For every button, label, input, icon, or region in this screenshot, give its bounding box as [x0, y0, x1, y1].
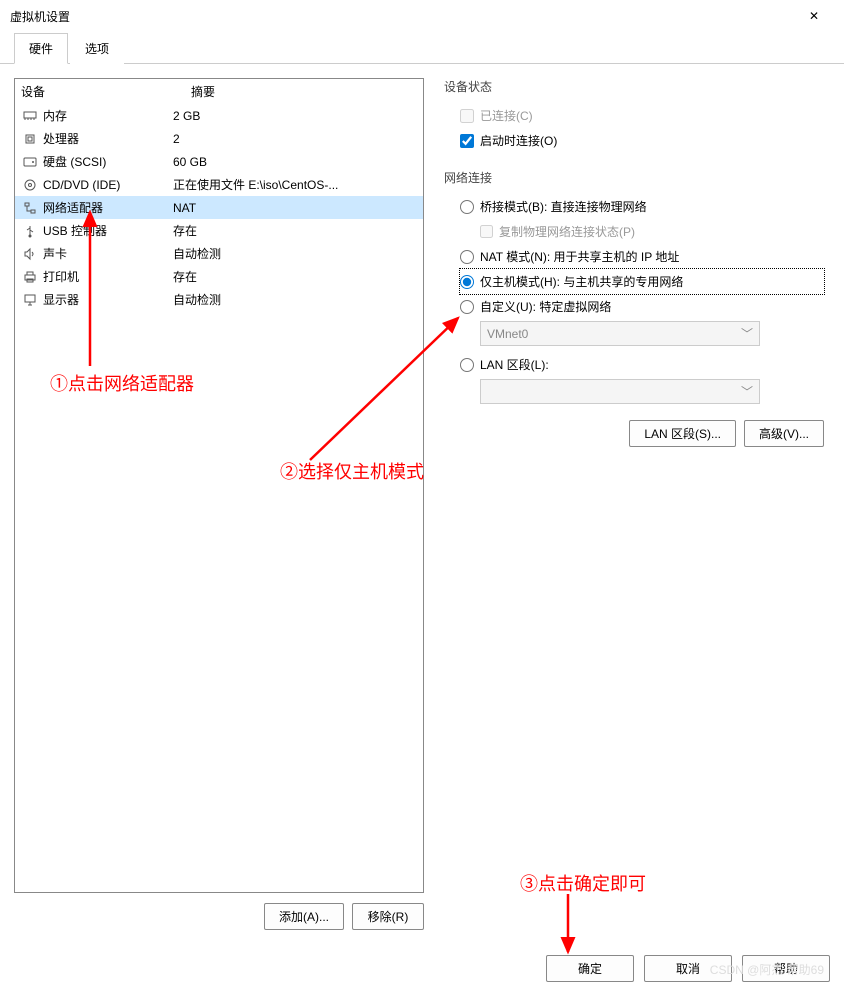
- network-icon: [21, 200, 39, 216]
- connect-poweron-row[interactable]: 启动时连接(O): [460, 128, 824, 153]
- replicate-label: 复制物理网络连接状态(P): [499, 223, 635, 240]
- tab-options[interactable]: 选项: [70, 33, 124, 64]
- lansegment-label: LAN 区段(L):: [480, 356, 549, 373]
- hostonly-radio[interactable]: [460, 275, 474, 289]
- device-name: CD/DVD (IDE): [43, 178, 120, 192]
- right-panel: 设备状态 已连接(C) 启动时连接(O) 网络连接 桥接模式(B): 直接连接物…: [438, 78, 830, 930]
- printer-icon: [21, 269, 39, 285]
- bridged-label: 桥接模式(B): 直接连接物理网络: [480, 198, 647, 215]
- device-row-cd[interactable]: CD/DVD (IDE) 正在使用文件 E:\iso\CentOS-...: [15, 173, 423, 196]
- connected-checkbox: [460, 109, 474, 123]
- chevron-down-icon: ﹀: [741, 383, 753, 400]
- device-row-cpu[interactable]: 处理器 2: [15, 127, 423, 150]
- header-device: 设备: [21, 83, 191, 100]
- nat-label: NAT 模式(N): 用于共享主机的 IP 地址: [480, 248, 679, 265]
- custom-vmnet-dropdown: VMnet0 ﹀: [480, 321, 760, 346]
- content-area: 设备 摘要 内存 2 GB 处理器 2 硬盘 (SCSI) 60 GB CD/DVD (ID…: [0, 64, 844, 944]
- device-summary: 2 GB: [173, 109, 417, 123]
- replicate-row: 复制物理网络连接状态(P): [460, 219, 824, 244]
- bridged-radio-row[interactable]: 桥接模式(B): 直接连接物理网络: [460, 194, 824, 219]
- device-name: 硬盘 (SCSI): [43, 153, 106, 170]
- chevron-down-icon: ﹀: [741, 325, 753, 342]
- device-row-usb[interactable]: USB 控制器 存在: [15, 219, 423, 242]
- device-row-sound[interactable]: 声卡 自动检测: [15, 242, 423, 265]
- device-name: 声卡: [43, 245, 67, 262]
- nat-radio-row[interactable]: NAT 模式(N): 用于共享主机的 IP 地址: [460, 244, 824, 269]
- device-name: 网络适配器: [43, 199, 103, 216]
- device-summary: NAT: [173, 201, 417, 215]
- cpu-icon: [21, 131, 39, 147]
- device-row-network[interactable]: 网络适配器 NAT: [15, 196, 423, 219]
- device-name: 内存: [43, 107, 67, 124]
- device-summary: 60 GB: [173, 155, 417, 169]
- hostonly-label: 仅主机模式(H): 与主机共享的专用网络: [480, 273, 683, 290]
- device-summary: 2: [173, 132, 417, 146]
- device-row-printer[interactable]: 打印机 存在: [15, 265, 423, 288]
- close-icon: ✕: [809, 9, 819, 23]
- display-icon: [21, 292, 39, 308]
- device-name: 处理器: [43, 130, 79, 147]
- device-list-header: 设备 摘要: [15, 79, 423, 104]
- device-summary: 自动检测: [173, 245, 417, 262]
- device-status-group: 设备状态 已连接(C) 启动时连接(O): [444, 78, 824, 153]
- left-button-bar: 添加(A)... 移除(R): [14, 893, 424, 930]
- memory-icon: [21, 108, 39, 124]
- hostonly-radio-row[interactable]: 仅主机模式(H): 与主机共享的专用网络: [460, 269, 824, 294]
- lansegment-radio-row[interactable]: LAN 区段(L):: [460, 352, 824, 377]
- connect-poweron-label: 启动时连接(O): [480, 132, 557, 149]
- custom-label: 自定义(U): 特定虚拟网络: [480, 298, 611, 315]
- device-summary: 正在使用文件 E:\iso\CentOS-...: [173, 176, 417, 193]
- device-row-disk[interactable]: 硬盘 (SCSI) 60 GB: [15, 150, 423, 173]
- header-summary: 摘要: [191, 83, 215, 100]
- lansegment-dropdown: ﹀: [480, 379, 760, 404]
- connect-poweron-checkbox[interactable]: [460, 134, 474, 148]
- advanced-button[interactable]: 高级(V)...: [744, 420, 824, 447]
- watermark: CSDN @阿杰 帮助69: [710, 961, 824, 978]
- titlebar: 虚拟机设置 ✕: [0, 0, 844, 32]
- device-name: 显示器: [43, 291, 79, 308]
- lansegment-radio[interactable]: [460, 358, 474, 372]
- lan-segments-button[interactable]: LAN 区段(S)...: [629, 420, 736, 447]
- nat-radio[interactable]: [460, 250, 474, 264]
- custom-radio[interactable]: [460, 300, 474, 314]
- device-summary: 存在: [173, 222, 417, 239]
- bridged-radio[interactable]: [460, 200, 474, 214]
- device-name: 打印机: [43, 268, 79, 285]
- device-summary: 自动检测: [173, 291, 417, 308]
- add-button[interactable]: 添加(A)...: [264, 903, 344, 930]
- device-row-memory[interactable]: 内存 2 GB: [15, 104, 423, 127]
- connected-checkbox-row[interactable]: 已连接(C): [460, 103, 824, 128]
- disk-icon: [21, 154, 39, 170]
- usb-icon: [21, 223, 39, 239]
- connected-label: 已连接(C): [480, 107, 533, 124]
- network-connection-title: 网络连接: [444, 169, 824, 186]
- device-status-title: 设备状态: [444, 78, 824, 95]
- custom-radio-row[interactable]: 自定义(U): 特定虚拟网络: [460, 294, 824, 319]
- tab-bar: 硬件 选项: [0, 32, 844, 64]
- device-summary: 存在: [173, 268, 417, 285]
- right-button-bar: LAN 区段(S)... 高级(V)...: [444, 420, 824, 447]
- device-row-display[interactable]: 显示器 自动检测: [15, 288, 423, 311]
- window-title: 虚拟机设置: [10, 8, 794, 25]
- close-button[interactable]: ✕: [794, 2, 834, 30]
- device-name: USB 控制器: [43, 222, 107, 239]
- device-list: 设备 摘要 内存 2 GB 处理器 2 硬盘 (SCSI) 60 GB CD/DVD (ID…: [14, 78, 424, 893]
- ok-button[interactable]: 确定: [546, 955, 634, 982]
- replicate-checkbox: [480, 225, 493, 238]
- tab-hardware[interactable]: 硬件: [14, 33, 68, 64]
- network-connection-group: 网络连接 桥接模式(B): 直接连接物理网络 复制物理网络连接状态(P) NAT…: [444, 169, 824, 404]
- cd-icon: [21, 177, 39, 193]
- remove-button[interactable]: 移除(R): [352, 903, 424, 930]
- sound-icon: [21, 246, 39, 262]
- left-panel: 设备 摘要 内存 2 GB 处理器 2 硬盘 (SCSI) 60 GB CD/DVD (ID…: [14, 78, 424, 930]
